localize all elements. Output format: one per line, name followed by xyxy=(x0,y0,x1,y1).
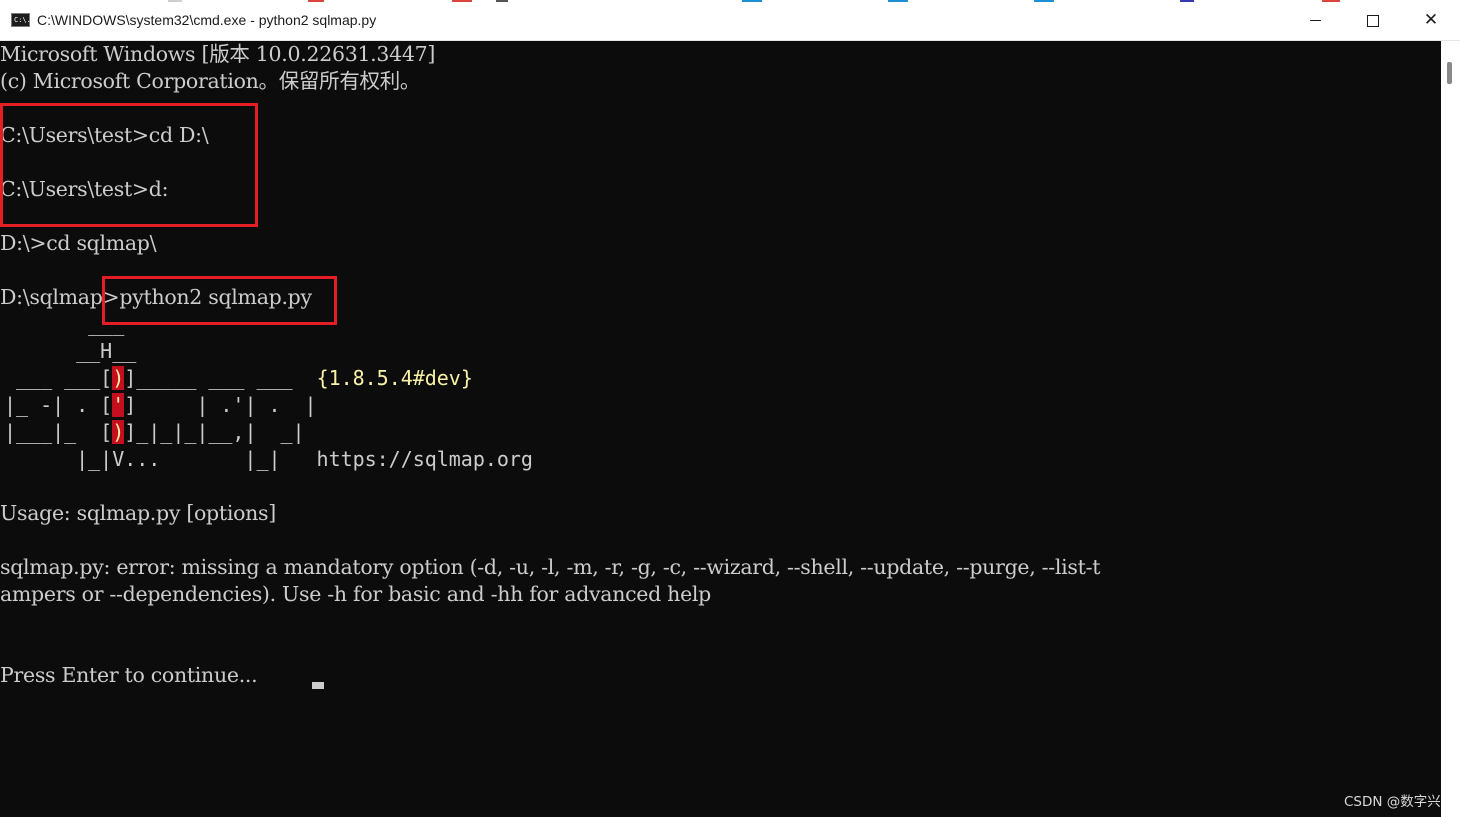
cmd-icon[interactable]: C:\. xyxy=(11,13,31,27)
version-label: {1.8.5.4#dev} xyxy=(292,366,473,390)
sqlmap-logo-line: |___|_ [)]_|_|_|__,| _| xyxy=(4,419,305,446)
cmd-icon-text: C:\. xyxy=(14,16,31,24)
minimize-icon xyxy=(1309,20,1321,21)
logo-text: ___ ___[ xyxy=(4,366,113,390)
console-line-prompt: Press Enter to continue... xyxy=(0,663,258,687)
taskbar-strip xyxy=(452,0,472,2)
close-button[interactable]: ✕ xyxy=(1402,0,1460,41)
sqlmap-logo-line: __H__ xyxy=(4,338,136,365)
console-line-usage: Usage: sqlmap.py [options] xyxy=(0,501,276,525)
watermark: CSDN @数字兴 xyxy=(1344,794,1441,810)
maximize-icon xyxy=(1367,14,1379,27)
text-cursor xyxy=(312,682,324,689)
taskbar-strip xyxy=(888,0,908,2)
sqlmap-logo-line: |_|V... |_| https://sqlmap.org xyxy=(4,446,533,473)
sqlmap-logo-line: |_ -| . ['] | .'| . | xyxy=(4,392,317,419)
logo-text: |_|V... |_| xyxy=(4,447,281,471)
logo-red-char: ) xyxy=(112,366,125,390)
minimize-button[interactable] xyxy=(1286,0,1344,41)
logo-text: |_ -| . [ xyxy=(4,393,113,417)
logo-red-char: ' xyxy=(112,393,125,417)
console-line-error-cont: ampers or --dependencies). Use -h for ba… xyxy=(0,582,711,606)
taskbar-strip xyxy=(742,0,762,2)
annotation-box-python-command xyxy=(102,276,337,325)
sqlmap-url: https://sqlmap.org xyxy=(280,447,533,471)
sqlmap-logo-line: ___ ___[)]_____ ___ ___ {1.8.5.4#dev} xyxy=(4,365,473,392)
console-line-copyright: (c) Microsoft Corporation。保留所有权利。 xyxy=(0,69,421,93)
annotation-box-cd-commands xyxy=(0,103,258,227)
taskbar-strip xyxy=(168,0,182,2)
taskbar-strip xyxy=(308,0,324,2)
taskbar-strip xyxy=(496,0,508,2)
logo-text: __H__ xyxy=(4,339,137,363)
title-bar[interactable]: C:\. C:\WINDOWS\system32\cmd.exe - pytho… xyxy=(0,0,1460,41)
maximize-button[interactable] xyxy=(1344,0,1402,41)
logo-text: |___|_ [ xyxy=(4,420,113,444)
vertical-scrollbar[interactable] xyxy=(1441,41,1460,817)
window-title: C:\WINDOWS\system32\cmd.exe - python2 sq… xyxy=(37,12,377,28)
logo-red-char: ) xyxy=(112,420,125,444)
logo-text: ]_____ ___ ___ xyxy=(124,366,293,390)
logo-text: ]_|_|_|__,| _| xyxy=(124,420,305,444)
logo-text: ] | .'| . | xyxy=(124,393,317,417)
console-line-cd-sqlmap: D:\>cd sqlmap\ xyxy=(0,231,157,255)
console-line-version: Microsoft Windows [版本 10.0.22631.3447] xyxy=(0,42,436,66)
console-line-error: sqlmap.py: error: missing a mandatory op… xyxy=(0,555,1101,579)
close-icon: ✕ xyxy=(1423,10,1439,30)
scrollbar-thumb[interactable] xyxy=(1447,62,1452,84)
taskbar-strip xyxy=(1180,0,1194,2)
taskbar-strip xyxy=(1034,0,1054,2)
console-output[interactable]: Microsoft Windows [版本 10.0.22631.3447] (… xyxy=(0,41,1441,817)
